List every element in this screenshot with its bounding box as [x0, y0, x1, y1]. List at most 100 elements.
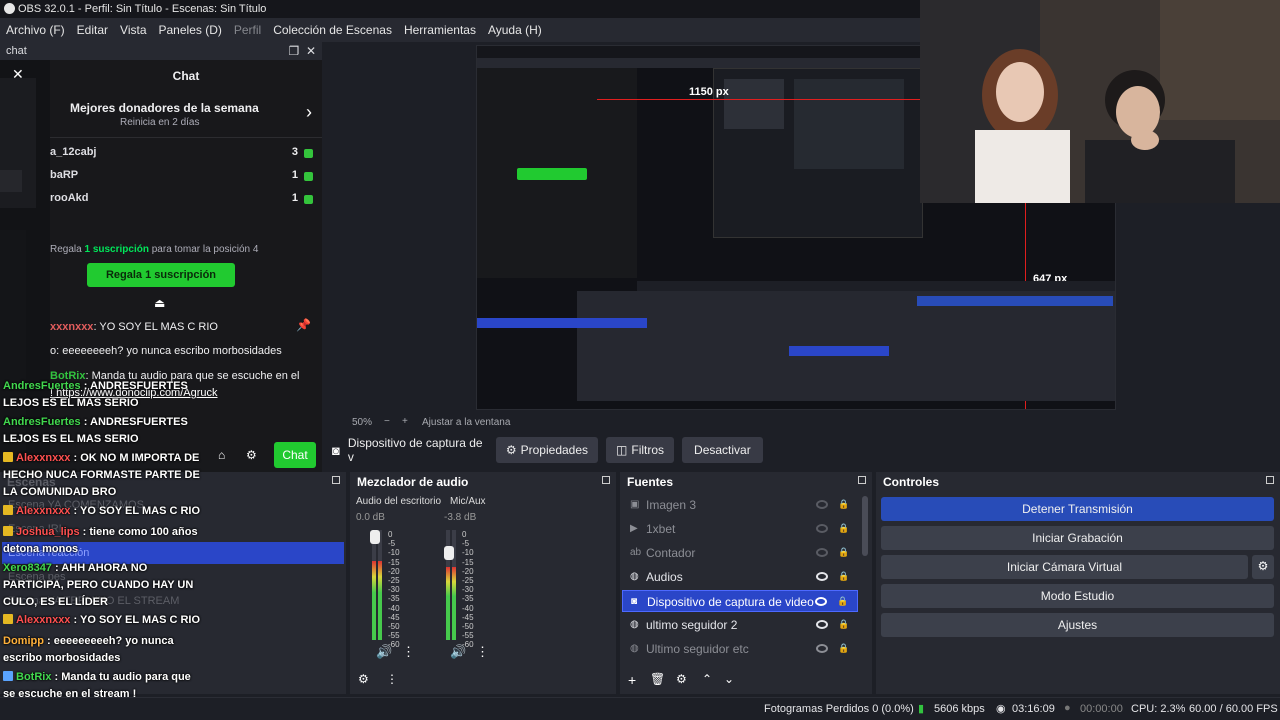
plus-icon[interactable]: +: [402, 416, 408, 427]
fps: 60.00 / 60.00 FPS: [1189, 703, 1278, 715]
dock-popout-icon[interactable]: [858, 476, 866, 484]
mixer-settings-icon[interactable]: ⚙: [358, 672, 369, 686]
overlay-message: Alexxnxxx : YO SOY EL MAS C RIO: [3, 612, 205, 629]
donor-row: a_12cabj 3: [50, 146, 320, 158]
eye-hidden-icon[interactable]: [816, 548, 828, 557]
more-icon[interactable]: ⋮: [386, 672, 398, 686]
settings-button[interactable]: Ajustes: [881, 613, 1274, 637]
minus-icon[interactable]: −: [384, 416, 390, 427]
db-tick-label: -45: [388, 612, 400, 622]
eye-hidden-icon[interactable]: [816, 524, 828, 533]
mixer-title: Mezclador de audio: [350, 472, 616, 492]
overlay-username: Joshua_lips: [16, 526, 80, 538]
gear-icon[interactable]: ⚙: [676, 672, 687, 686]
virtual-camera-gear-icon[interactable]: ⚙: [1252, 555, 1274, 579]
store-icon[interactable]: ⌂: [218, 448, 225, 462]
overlay-message: Alexxnxxx : OK NO M IMPORTA DE HECHO NUC…: [3, 450, 205, 501]
chat-dock-header: chat ❐ ✕: [0, 42, 322, 60]
menu-paneles[interactable]: Paneles (D): [159, 23, 222, 37]
lock-icon[interactable]: 🔒: [838, 499, 849, 510]
eye-icon[interactable]: [816, 620, 828, 629]
chat-username[interactable]: xxxnxxx: [50, 321, 93, 333]
lock-icon[interactable]: 🔒: [838, 523, 849, 534]
source-item[interactable]: ◙ Dispositivo de captura de video 🔒: [622, 590, 858, 612]
menu-vista[interactable]: Vista: [120, 23, 146, 37]
volume-slider-handle[interactable]: [370, 530, 380, 544]
chat-dock-buttons: ❐ ✕: [289, 44, 317, 58]
source-item[interactable]: ◍ Ultimo seguidor etc 🔒: [622, 638, 858, 660]
sidebar-user-icon[interactable]: [0, 170, 22, 192]
chat-message: o: eeeeeeeeh? yo nunca escribo morbosida…: [50, 344, 308, 359]
gear-icon[interactable]: ⚙: [246, 448, 257, 462]
source-label: Ultimo seguidor etc: [646, 642, 749, 656]
source-item[interactable]: ab Contador 🔒: [622, 542, 858, 564]
dock-close-icon[interactable]: ✕: [306, 44, 316, 58]
lock-icon[interactable]: 🔒: [837, 596, 848, 607]
source-item[interactable]: ▣ Imagen 3 🔒: [622, 494, 858, 516]
db-tick-label: -10: [388, 548, 400, 558]
source-label: Imagen 3: [646, 498, 697, 512]
menu-archivo[interactable]: Archivo (F): [6, 23, 65, 37]
menu-ayuda[interactable]: Ayuda (H): [488, 23, 542, 37]
filters-button[interactable]: ◫ Filtros: [606, 437, 675, 463]
image-icon: ▣: [630, 499, 640, 510]
more-icon[interactable]: ⋮: [402, 644, 415, 660]
overlay-message: Joshua_lips : tiene como 100 años detona…: [3, 524, 205, 558]
eye-icon[interactable]: [816, 572, 828, 581]
volume-meter-fill: [446, 567, 450, 640]
properties-button[interactable]: ⚙ Propiedades: [495, 437, 599, 463]
eye-icon[interactable]: [816, 644, 828, 653]
speaker-icon[interactable]: 🔊: [376, 644, 392, 660]
lock-icon[interactable]: 🔒: [838, 571, 849, 582]
sources-title-text: Fuentes: [627, 475, 674, 489]
add-icon[interactable]: +: [628, 672, 636, 688]
db-tick-label: -55: [462, 631, 474, 641]
controls-dock: Controles Detener Transmisión Iniciar Gr…: [876, 472, 1280, 694]
browser-icon: ◍: [630, 571, 639, 582]
speaker-icon[interactable]: 🔊: [450, 644, 466, 660]
chevron-right-icon[interactable]: ›: [306, 102, 312, 123]
menu-herramientas[interactable]: Herramientas: [404, 23, 476, 37]
collapse-icon[interactable]: ⏏: [154, 296, 165, 310]
gift-prompt-post: para tomar la posición 4: [151, 244, 259, 255]
dropped-frames: Fotogramas Perdidos 0 (0.0%): [764, 703, 914, 715]
scrollbar[interactable]: [862, 496, 868, 556]
volume-slider-handle[interactable]: [444, 546, 454, 560]
eye-icon[interactable]: [815, 597, 827, 606]
browser-icon: ◍: [630, 619, 639, 630]
zoom-level[interactable]: 50%: [352, 417, 372, 428]
top-donors-card[interactable]: Mejores donadores de la semana Reinicia …: [50, 92, 322, 138]
stop-stream-button[interactable]: Detener Transmisión: [881, 497, 1274, 521]
start-recording-button[interactable]: Iniciar Grabación: [881, 526, 1274, 550]
studio-mode-button[interactable]: Modo Estudio: [881, 584, 1274, 608]
chevron-up-icon[interactable]: ⌃: [702, 672, 712, 686]
camera-icon: ◙: [332, 442, 340, 458]
source-item[interactable]: ◍ ultimo seguidor 2 🔒: [622, 614, 858, 636]
gift-sub-button[interactable]: Regala 1 suscripción: [87, 263, 235, 287]
menu-coleccion-escenas[interactable]: Colección de Escenas: [273, 23, 392, 37]
menu-editar[interactable]: Editar: [77, 23, 108, 37]
chevron-down-icon[interactable]: ⌄: [724, 672, 734, 686]
nested-gift-button: [517, 168, 587, 180]
lock-icon[interactable]: 🔒: [838, 619, 849, 630]
dock-popout-icon[interactable]: [602, 476, 610, 484]
source-item[interactable]: ▶ 1xbet 🔒: [622, 518, 858, 540]
start-virtual-camera-button[interactable]: Iniciar Cámara Virtual: [881, 555, 1248, 579]
eye-hidden-icon[interactable]: [816, 500, 828, 509]
gift-prompt-bold: 1 suscripción: [84, 244, 149, 255]
source-label: ultimo seguidor 2: [646, 618, 738, 632]
deactivate-button[interactable]: Desactivar: [682, 437, 763, 463]
menu-perfil[interactable]: Perfil: [234, 23, 261, 37]
chat-send-button[interactable]: Chat: [274, 442, 316, 468]
lock-icon[interactable]: 🔒: [838, 547, 849, 558]
dock-popout-icon[interactable]: [1266, 476, 1274, 484]
dock-popout-icon[interactable]: ❐: [289, 44, 300, 58]
source-item[interactable]: ◍ Audios 🔒: [622, 566, 858, 588]
badge-icon: [3, 614, 13, 624]
trash-icon[interactable]: 🗑: [650, 672, 665, 686]
fit-window-label[interactable]: Ajustar a la ventana: [422, 417, 510, 428]
more-icon[interactable]: ⋮: [476, 644, 489, 660]
dock-popout-icon[interactable]: [332, 476, 340, 484]
overlay-message: AndresFuertes : ANDRESFUERTES LEJOS ES E…: [3, 414, 205, 448]
lock-icon[interactable]: 🔒: [838, 643, 849, 654]
